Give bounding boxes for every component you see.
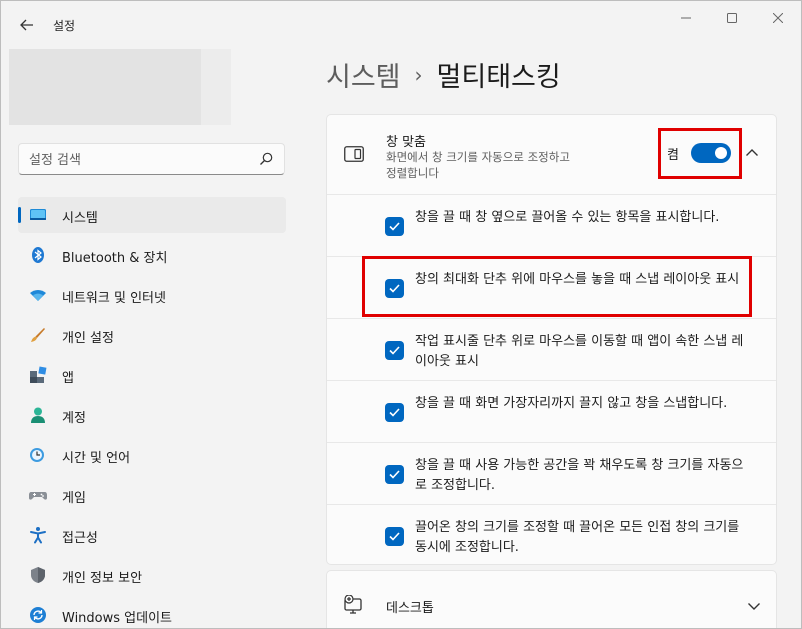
sidebar-item-label: Bluetooth & 장치: [62, 251, 168, 266]
snap-option-checkbox[interactable]: [385, 527, 404, 546]
sidebar-item-accessibility[interactable]: 접근성: [18, 517, 286, 553]
minimize-button[interactable]: [663, 1, 709, 35]
maximize-button[interactable]: [709, 1, 755, 35]
sidebar-nav: 시스템 Bluetooth & 장치 네트워크 및 인터넷 개인 설정 앱 계정…: [18, 197, 286, 628]
sidebar-item-network[interactable]: 네트워크 및 인터넷: [18, 277, 286, 313]
paintbrush-icon: [31, 328, 45, 342]
sidebar-item-label: 앱: [62, 371, 74, 386]
close-button[interactable]: [755, 1, 801, 35]
close-icon: [773, 13, 783, 23]
snap-option-checkbox[interactable]: [385, 279, 404, 298]
snap-option-label: 창을 끌 때 사용 가능한 공간을 꽉 채우도록 창 크기를 자동으로 조정합니…: [415, 458, 744, 493]
sidebar-item-personalization[interactable]: 개인 설정: [18, 317, 286, 353]
snap-windows-title: 창 맞춤: [386, 135, 427, 150]
toggle-knob: [714, 147, 727, 159]
sidebar-item-system[interactable]: 시스템: [18, 197, 286, 233]
checkmark-icon: [389, 470, 400, 479]
snap-toggle-group: 켬: [667, 143, 731, 163]
sidebar-item-gaming[interactable]: 게임: [18, 477, 286, 513]
snap-windows-card: 창 맞춤 화면에서 창 크기를 자동으로 조정하고 정렬합니다 켬 창을 끌 때…: [326, 114, 777, 565]
sidebar-item-label: 게임: [62, 491, 86, 506]
checkmark-icon: [389, 346, 400, 355]
minimize-icon: [681, 17, 691, 19]
sidebar-item-label: 네트워크 및 인터넷: [62, 291, 166, 306]
user-account-block-edge: [201, 49, 231, 125]
checkmark-icon: [389, 222, 400, 231]
title-bar: 설정: [1, 1, 801, 47]
snap-option-row: 창을 끌 때 사용 가능한 공간을 꽉 채우도록 창 크기를 자동으로 조정합니…: [327, 442, 776, 504]
snap-option-label: 창을 끌 때 창 옆으로 끌어올 수 있는 항목을 표시합니다.: [415, 210, 720, 225]
sidebar-item-label: 개인 설정: [62, 331, 114, 346]
snap-option-row: 창을 끌 때 화면 가장자리까지 끌지 않고 창을 스냅합니다.: [327, 380, 776, 442]
checkmark-icon: [389, 408, 400, 417]
snap-windows-toggle[interactable]: [690, 143, 731, 163]
account-icon: [31, 407, 45, 423]
sidebar-item-label: 개인 정보 보안: [62, 571, 143, 586]
search-box[interactable]: [18, 143, 285, 175]
breadcrumb: 시스템 › 멀티태스킹: [326, 55, 561, 94]
snap-option-row: 작업 표시줄 단추 위로 마우스를 이동할 때 앱이 속한 스냅 레이아웃 표시: [327, 318, 776, 380]
sidebar-item-label: 계정: [62, 411, 86, 426]
chevron-up-icon[interactable]: [745, 148, 759, 158]
snap-option-label: 끌어온 창의 크기를 조정할 때 끌어온 모든 인접 창의 크기를 동시에 조정…: [415, 520, 740, 555]
time-language-icon: [30, 448, 44, 462]
user-account-block[interactable]: [9, 49, 201, 125]
wifi-icon: [30, 290, 46, 301]
page-title: 멀티태스킹: [436, 62, 561, 93]
breadcrumb-separator: ›: [414, 62, 423, 87]
sidebar-item-apps[interactable]: 앱: [18, 357, 286, 393]
virtual-desktop-icon: [344, 595, 362, 614]
apps-icon: [30, 366, 47, 383]
sidebar-item-label: Windows 업데이트: [62, 611, 173, 626]
back-arrow-icon: [20, 19, 33, 31]
desktops-card[interactable]: 데스크톱: [326, 570, 777, 628]
snap-option-checkbox[interactable]: [385, 465, 404, 484]
shield-icon: [31, 567, 45, 583]
search-input[interactable]: [29, 150, 249, 170]
scrollbar[interactable]: [795, 49, 798, 619]
chevron-down-icon[interactable]: [747, 601, 761, 611]
desktops-label: 데스크톱: [386, 601, 434, 616]
search-icon: [260, 152, 273, 165]
maximize-icon: [727, 13, 737, 23]
snap-layout-icon: [344, 146, 364, 162]
update-icon: [30, 607, 46, 623]
settings-window: 설정 시스템: [0, 0, 802, 629]
snap-windows-description: 화면에서 창 크기를 자동으로 조정하고 정렬합니다: [386, 150, 570, 180]
toggle-state-label: 켬: [667, 147, 679, 163]
snap-windows-header[interactable]: 창 맞춤 화면에서 창 크기를 자동으로 조정하고 정렬합니다 켬: [327, 115, 776, 194]
bluetooth-icon: [32, 247, 44, 263]
snap-option-checkbox[interactable]: [385, 217, 404, 236]
window-controls: [663, 1, 801, 35]
checkmark-icon: [389, 284, 400, 293]
sidebar-item-privacy[interactable]: 개인 정보 보안: [18, 557, 286, 593]
accessibility-icon: [30, 527, 46, 544]
snap-option-row: 끌어온 창의 크기를 조정할 때 끌어온 모든 인접 창의 크기를 동시에 조정…: [327, 504, 776, 566]
snap-option-label: 창의 최대화 단추 위에 마우스를 놓을 때 스냅 레이아웃 표시: [415, 272, 740, 287]
app-title: 설정: [53, 19, 76, 33]
sidebar-item-label: 시간 및 언어: [62, 451, 131, 466]
snap-option-checkbox[interactable]: [385, 341, 404, 360]
snap-option-label: 창을 끌 때 화면 가장자리까지 끌지 않고 창을 스냅합니다.: [415, 396, 728, 411]
checkmark-icon: [389, 532, 400, 541]
back-button[interactable]: [13, 13, 41, 37]
system-monitor-icon: [30, 209, 46, 220]
breadcrumb-parent[interactable]: 시스템: [326, 55, 401, 94]
sidebar-item-label: 시스템: [62, 211, 98, 226]
snap-option-row: 창의 최대화 단추 위에 마우스를 놓을 때 스냅 레이아웃 표시: [327, 256, 776, 318]
snap-option-label: 작업 표시줄 단추 위로 마우스를 이동할 때 앱이 속한 스냅 레이아웃 표시: [415, 334, 744, 369]
sidebar-item-label: 접근성: [62, 531, 98, 546]
snap-option-row: 창을 끌 때 창 옆으로 끌어올 수 있는 항목을 표시합니다.: [327, 194, 776, 256]
sidebar-item-bluetooth[interactable]: Bluetooth & 장치: [18, 237, 286, 273]
snap-option-checkbox[interactable]: [385, 403, 404, 422]
sidebar-item-accounts[interactable]: 계정: [18, 397, 286, 433]
gamepad-icon: [29, 492, 47, 500]
sidebar-item-time-language[interactable]: 시간 및 언어: [18, 437, 286, 473]
sidebar-item-windows-update[interactable]: Windows 업데이트: [18, 597, 286, 628]
